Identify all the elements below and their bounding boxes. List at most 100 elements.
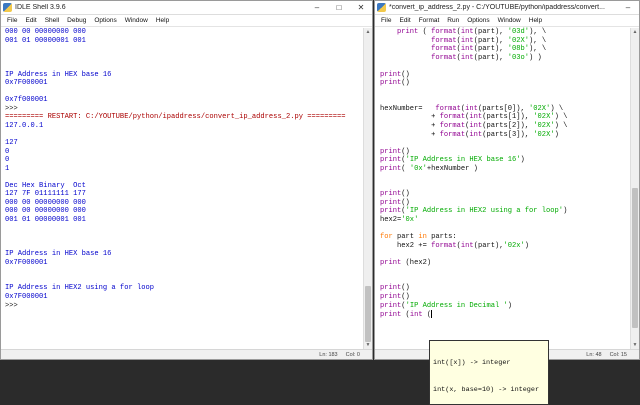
code-token: ) (563, 207, 568, 216)
code-line: hexNumber= format(int(parts[0]), '02X') … (380, 105, 630, 114)
menu-help[interactable]: Help (152, 17, 173, 24)
shell-output-area[interactable]: 000 00 00000000 000 001 01 00000001 001 IP… (1, 28, 363, 349)
shell-scroll-thumb[interactable] (365, 286, 371, 342)
shell-line-number: Ln: 183 (319, 351, 338, 358)
code-token: (parts[1]), (482, 113, 534, 122)
editor-scrollbar[interactable]: ▲ ▼ (630, 28, 639, 349)
calltip-popup: int([x]) -> integer int(x, base=10) -> i… (429, 340, 549, 405)
shell-line: ========= RESTART: C:/YOUTUBE/python/ipa… (5, 113, 346, 122)
code-token: () (401, 292, 410, 301)
maximize-icon[interactable]: □ (328, 3, 350, 12)
scroll-up-icon[interactable]: ▲ (631, 28, 639, 36)
shell-line: IP Address in HEX base 16 (5, 250, 112, 259)
code-token: '02x' (503, 241, 525, 250)
code-token: ), \ (529, 45, 547, 54)
scroll-down-icon[interactable]: ▼ (364, 341, 372, 349)
shell-line: 0 (5, 147, 10, 156)
minimize-icon[interactable]: – (617, 3, 639, 12)
shell-line: 000 00 00000000 000 (5, 198, 86, 207)
editor-titlebar[interactable]: *convert_ip_address_2.py - C:/YOUTUBE/py… (375, 1, 639, 15)
scroll-down-icon[interactable]: ▼ (631, 341, 639, 349)
code-token: ) (554, 130, 559, 139)
menu-options[interactable]: Options (463, 17, 493, 24)
code-token: '02X' (507, 36, 530, 45)
code-token: ) (524, 241, 530, 250)
minimize-icon[interactable]: – (306, 3, 328, 12)
menu-file[interactable]: File (377, 17, 395, 24)
menu-shell[interactable]: Shell (41, 17, 63, 24)
code-token: print (380, 198, 402, 207)
shell-line: 127 7F 01111111 177 (5, 190, 86, 199)
code-token: int (465, 104, 478, 113)
shell-line: 001 01 00000001 001 (5, 216, 86, 225)
code-token: '03d' (507, 28, 530, 36)
shell-title: IDLE Shell 3.9.6 (15, 4, 66, 11)
code-token: + (380, 130, 440, 139)
code-token: 'IP Address in Decimal ' (405, 301, 508, 310)
menu-format[interactable]: Format (415, 17, 444, 24)
editor-code-area[interactable]: print ( format(int(part), '03d'), \ form… (375, 28, 630, 349)
menu-edit[interactable]: Edit (21, 17, 40, 24)
editor-title: *convert_ip_address_2.py - C:/YOUTUBE/py… (389, 4, 605, 11)
shell-titlebar[interactable]: IDLE Shell 3.9.6 – □ ✕ (1, 1, 372, 15)
scroll-up-icon[interactable]: ▲ (364, 28, 372, 36)
menu-window[interactable]: Window (121, 17, 152, 24)
code-token: print (380, 147, 402, 156)
code-line: print() (380, 71, 630, 80)
code-token: int (460, 53, 474, 62)
code-token: ) \ (554, 113, 568, 122)
code-token: print (380, 156, 402, 165)
code-token: ) ) (529, 53, 542, 62)
menu-run[interactable]: Run (443, 17, 463, 24)
menu-window[interactable]: Window (494, 17, 525, 24)
code-token: format (435, 104, 461, 113)
code-line: print() (380, 148, 630, 157)
code-token: format (431, 53, 457, 62)
code-token: (part), (473, 36, 508, 45)
shell-line: 000 00 00000000 000 (5, 28, 86, 36)
shell-line: >>> (5, 301, 18, 310)
shell-col-number: Col: 0 (345, 351, 360, 358)
code-token: () (401, 147, 410, 156)
shell-scrollbar[interactable]: ▲ ▼ (363, 28, 372, 349)
shell-line: 001 01 00000001 001 (5, 36, 86, 45)
menu-debug[interactable]: Debug (63, 17, 90, 24)
code-token: +hexNumber ) (426, 164, 478, 173)
menu-edit[interactable]: Edit (395, 17, 414, 24)
code-token: (parts[2]), (482, 122, 534, 131)
editor-col-number: Col: 15 (609, 351, 627, 358)
code-token: ( (401, 164, 410, 173)
shell-line: IP Address in HEX base 16 (5, 70, 112, 79)
editor-scroll-thumb[interactable] (632, 188, 638, 328)
code-token: '0x' (409, 164, 427, 173)
code-line: print ( format(int(part), '03d'), \ (380, 28, 630, 37)
close-icon[interactable]: ✕ (350, 3, 372, 12)
code-token: in (418, 233, 427, 242)
code-token: ) \ (550, 104, 564, 113)
code-token: '02X' (533, 113, 555, 122)
menu-help[interactable]: Help (525, 17, 546, 24)
code-token: (part), (473, 53, 508, 62)
menu-file[interactable]: File (3, 17, 21, 24)
code-token: print (380, 70, 402, 79)
code-token: int (409, 310, 423, 319)
code-token: '08b' (507, 45, 530, 54)
shell-line: 0x7f000001 (5, 96, 48, 105)
menu-options[interactable]: Options (90, 17, 120, 24)
code-token: () (401, 198, 410, 207)
code-line: + format(int(parts[2]), '02X') \ (380, 122, 630, 131)
code-token: () (401, 190, 410, 199)
code-token: for (380, 233, 393, 242)
code-token: ), \ (529, 36, 547, 45)
